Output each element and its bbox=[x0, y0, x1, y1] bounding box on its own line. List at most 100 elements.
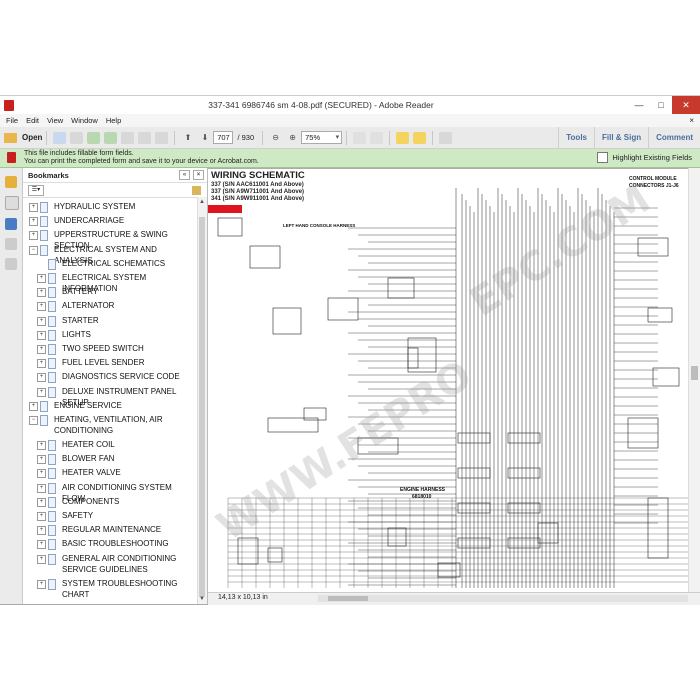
options-menu-icon[interactable]: ☰▾ bbox=[28, 184, 44, 196]
expand-icon[interactable]: + bbox=[29, 231, 38, 241]
expand-icon[interactable]: + bbox=[37, 497, 46, 507]
bookmark-item[interactable]: + COMPONENTS bbox=[37, 496, 193, 508]
bookmark-item[interactable]: + UNDERCARRIAGE bbox=[29, 215, 193, 228]
bookmark-item[interactable]: ELECTRICAL SCHEMATICS bbox=[37, 258, 193, 270]
maximize-button[interactable]: □ bbox=[650, 96, 672, 114]
expand-icon[interactable]: + bbox=[37, 526, 46, 536]
scrolling-mode-icon[interactable] bbox=[370, 131, 384, 144]
close-document-icon[interactable]: × bbox=[689, 116, 694, 125]
expand-icon[interactable]: + bbox=[37, 469, 46, 479]
zoom-out-icon[interactable]: ⊖ bbox=[269, 132, 282, 144]
minimize-button[interactable]: — bbox=[628, 96, 650, 114]
bookmark-item[interactable]: + HEATER COIL bbox=[37, 439, 193, 451]
zoom-select[interactable]: 75% bbox=[301, 131, 343, 144]
bookmark-item[interactable]: + SYSTEM TROUBLESHOOTING CHART bbox=[37, 578, 193, 600]
bookmarks-scroll-thumb[interactable] bbox=[199, 217, 205, 597]
lock-icon[interactable] bbox=[5, 176, 17, 188]
page-thumbnails-icon[interactable] bbox=[5, 196, 19, 210]
bookmark-item[interactable]: + STARTER bbox=[37, 315, 193, 327]
expand-icon[interactable]: + bbox=[37, 441, 46, 450]
expand-icon[interactable]: + bbox=[37, 455, 46, 465]
expand-icon[interactable]: + bbox=[37, 359, 46, 369]
expand-icon[interactable]: + bbox=[37, 579, 46, 589]
open-button[interactable]: Open bbox=[4, 132, 42, 143]
expand-icon[interactable]: + bbox=[37, 540, 46, 550]
bookmark-item[interactable]: + BLOWER FAN bbox=[37, 453, 193, 466]
expand-icon[interactable]: + bbox=[29, 217, 38, 227]
share-icon[interactable] bbox=[104, 131, 118, 144]
page-total: / 930 bbox=[237, 133, 255, 142]
edit-icon[interactable] bbox=[70, 131, 84, 144]
bookmark-page-icon bbox=[48, 468, 56, 480]
bookmark-item[interactable]: + ALTERNATOR bbox=[37, 300, 193, 313]
bookmark-item[interactable]: + GENERAL AIR CONDITIONING SERVICE GUIDEL… bbox=[37, 553, 193, 575]
scroll-down-icon[interactable]: ▼ bbox=[199, 596, 205, 602]
document-vertical-scrollbar[interactable] bbox=[688, 168, 700, 592]
print-icon[interactable] bbox=[138, 131, 152, 144]
toolbar-divider bbox=[174, 130, 176, 145]
previous-page-icon[interactable]: ⬆ bbox=[181, 132, 194, 144]
expand-icon[interactable]: + bbox=[37, 316, 46, 326]
page-number-input[interactable]: 707 bbox=[213, 131, 234, 144]
bookmark-item[interactable]: + REGULAR MAINTENANCE bbox=[37, 524, 193, 537]
bookmark-item[interactable]: + BASIC TROUBLESHOOTING bbox=[37, 538, 193, 551]
bookmark-item[interactable]: + FUEL LEVEL SENDER bbox=[37, 357, 193, 370]
bookmarks-icon[interactable] bbox=[5, 218, 17, 230]
expand-icon[interactable]: + bbox=[29, 203, 38, 212]
close-button[interactable]: ✕ bbox=[672, 96, 700, 114]
save-icon[interactable] bbox=[121, 131, 135, 144]
highlight-icon[interactable] bbox=[413, 131, 427, 144]
bookmark-item[interactable]: + SAFETY bbox=[37, 510, 193, 522]
next-page-icon[interactable]: ⬇ bbox=[198, 132, 211, 144]
document-view[interactable]: WIRING SCHEMATIC 337 (S/N AAC611001 And … bbox=[208, 168, 688, 592]
collapse-icon[interactable]: − bbox=[29, 245, 38, 255]
expand-icon[interactable]: + bbox=[37, 302, 46, 312]
expand-icon[interactable]: + bbox=[37, 274, 46, 283]
expand-icon[interactable]: + bbox=[37, 345, 46, 354]
menu-help[interactable]: Help bbox=[106, 116, 121, 125]
bookmark-item[interactable]: + ENGINE SERVICE bbox=[29, 400, 193, 412]
bookmark-item[interactable]: + BATTERY bbox=[37, 286, 193, 299]
fill-sign-tab[interactable]: Fill & Sign bbox=[594, 127, 648, 148]
expand-icon[interactable]: + bbox=[37, 330, 46, 340]
expand-icon[interactable]: + bbox=[37, 373, 46, 383]
document-scroll-thumb[interactable] bbox=[691, 366, 698, 380]
attachments-icon[interactable] bbox=[5, 238, 17, 250]
bookmark-item[interactable]: + HYDRAULIC SYSTEM bbox=[29, 201, 193, 213]
bookmark-item[interactable]: − HEATING, VENTILATION, AIR CONDITIONING bbox=[29, 414, 193, 436]
collapse-icon[interactable]: − bbox=[29, 416, 38, 425]
bookmark-page-icon bbox=[48, 258, 56, 270]
cloud-icon[interactable] bbox=[87, 131, 101, 144]
horizontal-scroll-thumb[interactable] bbox=[328, 596, 368, 601]
expand-icon[interactable] bbox=[439, 131, 453, 144]
tools-tab[interactable]: Tools bbox=[558, 127, 594, 148]
expand-icon[interactable]: + bbox=[29, 401, 38, 411]
bookmarks-scrollbar[interactable]: ▲ ▼ bbox=[197, 197, 207, 604]
highlight-fields-button[interactable]: Highlight Existing Fields bbox=[597, 152, 692, 163]
create-pdf-icon[interactable] bbox=[53, 131, 67, 144]
menu-edit[interactable]: Edit bbox=[26, 116, 39, 125]
sticky-note-icon[interactable] bbox=[396, 131, 410, 144]
expand-icon[interactable]: + bbox=[37, 512, 46, 521]
menu-view[interactable]: View bbox=[47, 116, 63, 125]
bookmark-item[interactable]: + TWO SPEED SWITCH bbox=[37, 343, 193, 355]
expand-icon[interactable]: + bbox=[37, 554, 46, 564]
add-bookmark-icon[interactable] bbox=[192, 185, 201, 195]
document-horizontal-scrollbar[interactable] bbox=[318, 595, 688, 602]
expand-icon[interactable]: + bbox=[37, 483, 46, 493]
bookmark-item[interactable]: + LIGHTS bbox=[37, 329, 193, 341]
zoom-in-icon[interactable]: ⊕ bbox=[286, 132, 299, 144]
close-panel-icon[interactable]: × bbox=[193, 170, 204, 180]
expand-icon[interactable]: + bbox=[37, 288, 46, 298]
bookmark-item[interactable]: + HEATER VALVE bbox=[37, 467, 193, 480]
fit-page-icon[interactable] bbox=[353, 131, 367, 144]
collapse-panel-icon[interactable]: « bbox=[179, 170, 190, 180]
expand-icon[interactable]: + bbox=[37, 387, 46, 397]
menu-file[interactable]: File bbox=[6, 116, 18, 125]
signatures-icon[interactable] bbox=[5, 258, 17, 270]
comment-tab[interactable]: Comment bbox=[648, 127, 700, 148]
email-icon[interactable] bbox=[155, 131, 169, 144]
scroll-up-icon[interactable]: ▲ bbox=[199, 199, 205, 205]
bookmark-item[interactable]: + DIAGNOSTICS SERVICE CODE bbox=[37, 371, 193, 384]
menu-window[interactable]: Window bbox=[71, 116, 98, 125]
